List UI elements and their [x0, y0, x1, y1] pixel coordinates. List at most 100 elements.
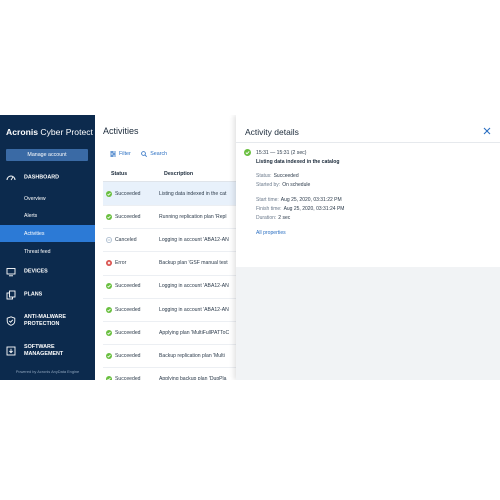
row-description: Logging in account 'ABA12-AN [159, 306, 229, 313]
table-row[interactable]: Succeeded Logging in account 'ABA12-AN [103, 275, 245, 299]
column-header-status[interactable]: Status [111, 171, 127, 177]
success-icon [106, 306, 112, 313]
row-status-text: Canceled [115, 236, 137, 243]
toolbar: Filter Search [110, 151, 176, 159]
row-status: Succeeded [106, 306, 141, 313]
success-icon [106, 283, 112, 290]
success-icon [106, 376, 112, 380]
row-description: Backup plan 'GSF manual test [159, 260, 228, 267]
detail-key: Status: [256, 173, 272, 179]
nav-devices-label: DEVICES [24, 268, 48, 275]
activity-description: Listing data indexed in the catalog [256, 159, 340, 165]
table-row[interactable]: Succeeded Backup replication plan 'Multi [103, 344, 245, 369]
table-row[interactable]: Error Backup plan 'GSF manual test [103, 252, 245, 276]
row-status: Succeeded [106, 283, 141, 290]
error-icon [106, 260, 112, 267]
row-status-text: Succeeded [115, 190, 141, 197]
nav-label-line2: PROTECTION [24, 321, 60, 327]
search-button[interactable]: Search [141, 151, 167, 157]
detail-value: On schedule [282, 182, 311, 188]
success-check-icon [244, 149, 251, 156]
sidebar-item-label: Alerts [24, 212, 38, 219]
row-status-text: Succeeded [115, 213, 141, 220]
detail-value: Aug 25, 2020, 03:31:22 PM [280, 197, 342, 203]
row-status: Succeeded [106, 190, 141, 197]
sidebar-item-label: Overview [24, 195, 46, 202]
nav-dashboard-label: DASHBOARD [24, 174, 60, 181]
detail-value: Aug 25, 2020, 03:31:24 PM [283, 206, 345, 212]
nav-anti-malware[interactable]: ANTI-MALWARE PROTECTION [0, 311, 95, 331]
row-description: Listing data indexed in the cat [159, 190, 227, 197]
sidebar-item-threat-feed[interactable]: Threat feed [0, 243, 95, 260]
row-status: Succeeded [106, 329, 141, 336]
row-status-text: Succeeded [115, 283, 141, 290]
detail-key: Finish time: [256, 206, 282, 212]
success-icon [106, 190, 112, 197]
table-row[interactable]: Succeeded Applying backup plan 'DupPla [103, 368, 245, 380]
table-row[interactable]: Canceled Logging in account 'ABA12-AN [103, 228, 245, 253]
filter-button[interactable]: Filter [110, 151, 131, 157]
manage-account-button[interactable]: Manage account [6, 149, 88, 161]
panel-title: Activity details [245, 127, 299, 137]
all-properties-link[interactable]: All properties [256, 230, 286, 236]
panel-empty-area [236, 267, 500, 380]
close-icon[interactable] [483, 127, 491, 135]
table-row[interactable]: Succeeded Listing data indexed in the cat [103, 182, 245, 206]
row-status-text: Error [115, 260, 127, 267]
filter-icon [110, 151, 116, 157]
canceled-icon [106, 236, 112, 243]
nav-label-line2: MANAGEMENT [24, 351, 64, 357]
shield-icon [6, 316, 16, 326]
row-status-text: Succeeded [115, 306, 141, 313]
detail-key: Started by: [256, 182, 281, 188]
nav-dashboard[interactable]: DASHBOARD [0, 168, 95, 188]
sidebar-item-activities[interactable]: Activities [0, 225, 95, 242]
success-icon [106, 352, 112, 359]
row-description: Logging in account 'ABA12-AN [159, 283, 229, 290]
sidebar-item-overview[interactable]: Overview [0, 190, 95, 207]
detail-start-time: Start time: Aug 25, 2020, 03:31:22 PM [256, 197, 342, 203]
row-status: Succeeded [106, 352, 141, 359]
row-status: Canceled [106, 237, 137, 243]
nav-label-line1: SOFTWARE [24, 344, 55, 350]
activity-time: 15:31 — 15:31 (2 sec) [256, 150, 307, 156]
logo-product: Cyber Protect [40, 127, 93, 137]
success-icon [106, 329, 112, 336]
logo-brand: Acronis [6, 127, 38, 137]
panel-divider [236, 142, 500, 143]
nav-devices[interactable]: DEVICES [0, 262, 95, 282]
page-title: Activities [103, 126, 139, 136]
row-description: Backup replication plan 'Multi [159, 352, 225, 359]
logo: Acronis Cyber Protect [6, 127, 93, 137]
activities-list: Activities Filter Search Status Descript… [95, 115, 245, 380]
table-row[interactable]: Succeeded Applying plan 'MultiFullPATToC [103, 321, 245, 346]
success-icon [106, 213, 112, 220]
detail-value: Succeeded [273, 173, 299, 179]
nav-plans[interactable]: PLANS [0, 285, 95, 305]
sidebar-item-alerts[interactable]: Alerts [0, 207, 95, 224]
detail-started-by: Started by: On schedule [256, 182, 310, 188]
detail-key: Duration: [256, 215, 277, 221]
row-description: Running replication plan 'Repl [159, 213, 227, 220]
sidebar: Acronis Cyber Protect Manage account DAS… [0, 115, 95, 380]
monitor-icon [6, 268, 16, 277]
column-header-description[interactable]: Description [164, 171, 193, 177]
table-row[interactable]: Succeeded Logging in account 'ABA12-AN [103, 298, 245, 322]
sidebar-item-label: Threat feed [24, 248, 51, 255]
table-row[interactable]: Succeeded Running replication plan 'Repl [103, 205, 245, 230]
nav-software-label: SOFTWARE MANAGEMENT [24, 344, 63, 358]
nav-anti-malware-label: ANTI-MALWARE PROTECTION [24, 314, 66, 328]
detail-key: Start time: [256, 197, 279, 203]
nav-software-management[interactable]: SOFTWARE MANAGEMENT [0, 341, 95, 361]
search-label: Search [150, 151, 168, 157]
row-status-text: Succeeded [115, 352, 141, 359]
detail-duration: Duration: 2 sec [256, 215, 290, 221]
dashboard-icon [6, 175, 16, 181]
detail-finish-time: Finish time: Aug 25, 2020, 03:31:24 PM [256, 206, 344, 212]
detail-status: Status: Succeeded [256, 173, 299, 179]
search-icon [141, 151, 148, 157]
row-description: Logging in account 'ABA12-AN [159, 236, 229, 243]
row-status: Succeeded [106, 213, 141, 220]
activity-details-panel: Activity details 15:31 — 15:31 (2 sec) L… [236, 115, 500, 380]
row-status-text: Succeeded [115, 329, 141, 336]
